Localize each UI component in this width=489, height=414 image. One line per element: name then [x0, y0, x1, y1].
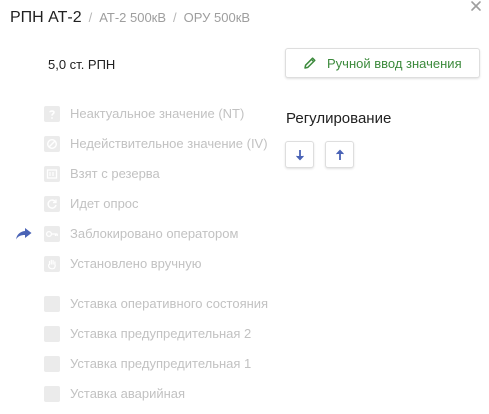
blank-icon: [44, 356, 60, 372]
flag-blocked-by-operator[interactable]: Заблокировано оператором: [0, 224, 280, 244]
flag-label: Идет опрос: [70, 196, 139, 211]
breadcrumb-separator: /: [88, 10, 93, 25]
refresh-icon: [44, 196, 60, 212]
current-value: 5,0 ст. РПН: [48, 57, 116, 72]
manual-input-label: Ручной ввод значения: [327, 55, 462, 71]
close-icon[interactable]: [469, 0, 483, 13]
decrease-button[interactable]: [285, 141, 314, 168]
flag-label: Уставка аварийная: [70, 386, 186, 401]
flag-label: Уставка предупредительная 1: [70, 356, 252, 371]
flag-label: Заблокировано оператором: [70, 226, 239, 241]
blank-icon: [44, 386, 60, 402]
blank-icon: [44, 326, 60, 342]
flag-polling[interactable]: Идет опрос: [0, 194, 280, 214]
flag-setpoint-emergency[interactable]: Уставка аварийная: [0, 384, 280, 404]
reserve-icon: [44, 166, 60, 182]
blank-icon: [44, 296, 60, 312]
forbidden-icon: [44, 136, 60, 152]
flag-setpoint-operational[interactable]: Уставка оперативного состояния: [0, 294, 280, 314]
question-icon: [44, 106, 60, 122]
flag-label: Недействительное значение (IV): [70, 136, 268, 151]
arrow-up-icon: [335, 149, 345, 161]
flag-setpoint-warning-2[interactable]: Уставка предупредительная 2: [0, 324, 280, 344]
page-title: РПН АТ-2: [10, 9, 82, 26]
breadcrumb-item-1[interactable]: АТ-2 500кВ: [99, 10, 166, 25]
regulation-title: Регулирование: [286, 110, 392, 127]
breadcrumb-separator: /: [173, 10, 177, 25]
flag-invalid[interactable]: Недействительное значение (IV): [0, 134, 280, 154]
flag-label: Уставка предупредительная 2: [70, 326, 252, 341]
increase-button[interactable]: [325, 141, 354, 168]
header: РПН АТ-2 / АТ-2 500кВ / ОРУ 500кВ: [10, 9, 250, 27]
manual-input-button[interactable]: Ручной ввод значения: [285, 48, 480, 78]
flag-label: Взят с резерва: [70, 166, 160, 181]
flag-not-topical[interactable]: Неактуальное значение (NT): [0, 104, 280, 124]
share-arrow-icon: [15, 227, 33, 241]
flag-setpoint-warning-1[interactable]: Уставка предупредительная 1: [0, 354, 280, 374]
pencil-icon: [303, 56, 317, 70]
flag-label: Неактуальное значение (NT): [70, 106, 245, 121]
flag-set-manually[interactable]: Установлено вручную: [0, 254, 280, 274]
hand-icon: [44, 256, 60, 272]
flag-label: Установлено вручную: [70, 256, 202, 271]
flag-label: Уставка оперативного состояния: [70, 296, 269, 311]
arrow-down-icon: [295, 149, 305, 161]
breadcrumb-item-2[interactable]: ОРУ 500кВ: [184, 10, 250, 25]
key-icon: [44, 226, 60, 242]
flag-from-reserve[interactable]: Взят с резерва: [0, 164, 280, 184]
